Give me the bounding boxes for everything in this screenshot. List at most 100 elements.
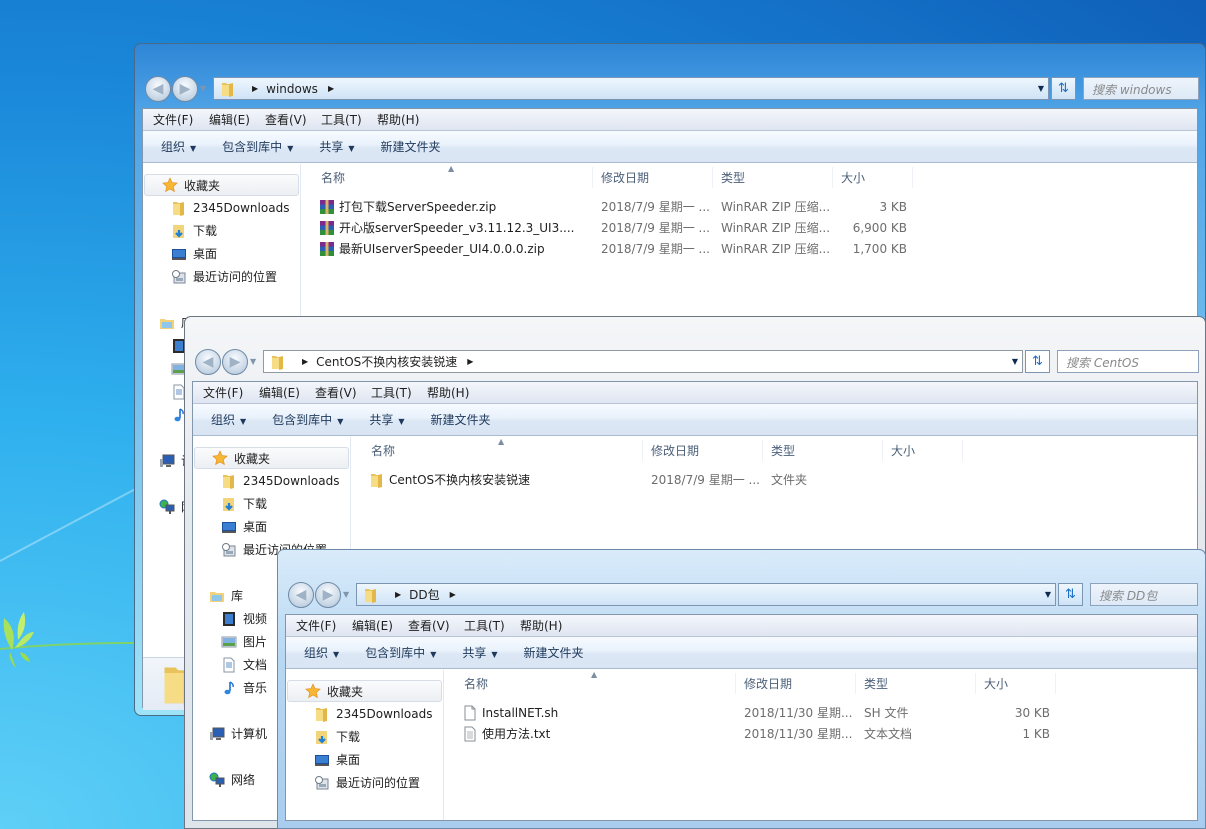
toolbar-button[interactable]: 包含到库中 ▼ [357, 644, 444, 661]
sort-ascending-icon: ▲ [591, 670, 598, 679]
column-header[interactable]: 名称 ▲ [456, 670, 736, 694]
column-header[interactable]: 大小 [883, 440, 963, 461]
file-row[interactable]: 最新UIserverSpeeder_UI4.0.0.0.zip 2018/7/9 … [301, 238, 907, 259]
address-dropdown-icon[interactable]: ▼ [1045, 590, 1051, 599]
nav-item-favorite[interactable]: 最近访问的位置 [314, 772, 420, 793]
search-input[interactable]: 搜索 CentOS [1057, 350, 1199, 373]
forward-button[interactable]: ▶ [222, 349, 248, 375]
nav-item-favorite[interactable]: 最近访问的位置 [171, 266, 277, 287]
toolbar-button-label: 组织 [304, 646, 329, 660]
nav-item-favorite[interactable]: 2345Downloads [314, 703, 432, 724]
nav-item-favorite[interactable]: 2345Downloads [221, 470, 339, 491]
nav-favorites[interactable]: 收藏夹 [144, 174, 299, 196]
menu-item[interactable]: 编辑(E) [208, 111, 254, 128]
menu-item[interactable]: 编辑(E) [351, 617, 397, 634]
toolbar-button[interactable]: 组织 ▼ [203, 411, 254, 428]
nav-computer[interactable]: 计算机 [209, 723, 267, 744]
menu-item[interactable]: 帮助(H) [426, 384, 472, 401]
search-input[interactable]: 搜索 DD包 [1090, 583, 1198, 606]
nav-item-library[interactable]: 视频 [221, 608, 267, 629]
nav-item-library[interactable]: 音乐 [221, 677, 267, 698]
toolbar-button[interactable]: 新建文件夹 [516, 644, 592, 661]
toolbar-button[interactable]: 新建文件夹 [373, 138, 449, 155]
nav-item-library[interactable]: 文档 [221, 654, 267, 675]
nav-item-favorite[interactable]: 桌面 [314, 749, 360, 770]
back-button[interactable]: ◀ [195, 349, 221, 375]
nav-favorites[interactable]: 收藏夹 [287, 680, 442, 702]
nav-item-favorite[interactable]: 下载 [314, 726, 360, 747]
breadcrumb-chevron-icon[interactable]: ▶ [450, 590, 456, 599]
nav-item-favorite[interactable]: 下载 [171, 220, 217, 241]
column-header[interactable]: 名称 ▲ [313, 164, 593, 188]
toolbar-button[interactable]: 组织 ▼ [153, 138, 204, 155]
address-bar[interactable]: ▶ CentOS不换内核安装锐速 ▶ ▼ [263, 350, 1023, 373]
menu-item[interactable]: 查看(V) [407, 617, 453, 634]
recent-pages-dropdown[interactable]: ▼ [250, 357, 256, 366]
menu-item[interactable]: 工具(T) [320, 111, 366, 128]
menu-item[interactable]: 文件(F) [152, 111, 198, 128]
toolbar-button[interactable]: 组织 ▼ [296, 644, 347, 661]
forward-button[interactable]: ▶ [315, 582, 341, 608]
file-size: 6,900 KB [852, 220, 907, 235]
menu-item[interactable]: 查看(V) [314, 384, 360, 401]
back-button[interactable]: ◀ [145, 76, 171, 102]
address-dropdown-icon[interactable]: ▼ [1012, 357, 1018, 366]
nav-item-favorite[interactable]: 下载 [221, 493, 267, 514]
file-row[interactable]: CentOS不换内核安装锐速 2018/7/9 星期一 ... 文件夹 [351, 469, 951, 490]
breadcrumb-current-folder[interactable]: CentOS不换内核安装锐速 [316, 353, 457, 370]
recent-pages-dropdown[interactable]: ▼ [200, 84, 206, 93]
address-bar[interactable]: ▶ windows ▶ ▼ [213, 77, 1049, 100]
menu-item[interactable]: 文件(F) [295, 617, 341, 634]
column-header[interactable]: 修改日期 [593, 167, 713, 188]
column-header[interactable]: 类型 [763, 440, 883, 461]
file-row[interactable]: 打包下载ServerSpeeder.zip 2018/7/9 星期一 ... Win… [301, 196, 907, 217]
menu-item[interactable]: 帮助(H) [519, 617, 565, 634]
nav-libraries[interactable]: 库 [209, 585, 243, 606]
breadcrumb-chevron-icon[interactable]: ▶ [302, 357, 308, 366]
column-header[interactable]: 大小 [833, 167, 913, 188]
menu-item[interactable]: 文件(F) [202, 384, 248, 401]
nav-item-favorite[interactable]: 桌面 [221, 516, 267, 537]
breadcrumb-chevron-icon[interactable]: ▶ [467, 357, 473, 366]
column-header[interactable]: 类型 [856, 673, 976, 694]
file-row[interactable]: 开心版serverSpeeder_v3.11.12.3_UI3.... 2018/… [301, 217, 907, 238]
column-header[interactable]: 名称 ▲ [363, 437, 643, 461]
menu-item[interactable]: 工具(T) [463, 617, 509, 634]
search-input[interactable]: 搜索 windows [1083, 77, 1199, 100]
breadcrumb-chevron-icon[interactable]: ▶ [252, 84, 258, 93]
forward-button[interactable]: ▶ [172, 76, 198, 102]
breadcrumb-chevron-icon[interactable]: ▶ [395, 590, 401, 599]
address-dropdown-icon[interactable]: ▼ [1038, 84, 1044, 93]
address-bar[interactable]: ▶ DD包 ▶ ▼ [356, 583, 1056, 606]
toolbar-button[interactable]: 新建文件夹 [423, 411, 499, 428]
breadcrumb-current-folder[interactable]: DD包 [409, 586, 439, 603]
back-button[interactable]: ◀ [288, 582, 314, 608]
breadcrumb-chevron-icon[interactable]: ▶ [328, 84, 334, 93]
refresh-button[interactable]: ⇅ [1058, 583, 1083, 606]
toolbar-button[interactable]: 共享 ▼ [454, 644, 505, 661]
file-row[interactable]: 使用方法.txt 2018/11/30 星期... 文本文档 1 KB [444, 723, 1050, 744]
column-header[interactable]: 修改日期 [643, 440, 763, 461]
column-header[interactable]: 修改日期 [736, 673, 856, 694]
recent-pages-dropdown[interactable]: ▼ [343, 590, 349, 599]
menu-item[interactable]: 编辑(E) [258, 384, 304, 401]
file-row[interactable]: InstallNET.sh 2018/11/30 星期... SH 文件 30 KB [444, 702, 1050, 723]
nav-network[interactable]: 网络 [209, 769, 255, 790]
menu-item[interactable]: 查看(V) [264, 111, 310, 128]
nav-item-library[interactable]: 图片 [221, 631, 267, 652]
toolbar-button[interactable]: 共享 ▼ [311, 138, 362, 155]
file-date: 2018/7/9 星期一 ... [601, 221, 710, 235]
menu-item[interactable]: 工具(T) [370, 384, 416, 401]
menu-item[interactable]: 帮助(H) [376, 111, 422, 128]
nav-favorites[interactable]: 收藏夹 [194, 447, 349, 469]
toolbar-button[interactable]: 包含到库中 ▼ [214, 138, 301, 155]
toolbar-button[interactable]: 包含到库中 ▼ [264, 411, 351, 428]
toolbar-button[interactable]: 共享 ▼ [361, 411, 412, 428]
breadcrumb-current-folder[interactable]: windows [266, 82, 318, 96]
column-header[interactable]: 大小 [976, 673, 1056, 694]
refresh-button[interactable]: ⇅ [1051, 77, 1076, 100]
nav-item-favorite[interactable]: 桌面 [171, 243, 217, 264]
refresh-button[interactable]: ⇅ [1025, 350, 1050, 373]
column-header[interactable]: 类型 [713, 167, 833, 188]
nav-item-favorite[interactable]: 2345Downloads [171, 197, 289, 218]
